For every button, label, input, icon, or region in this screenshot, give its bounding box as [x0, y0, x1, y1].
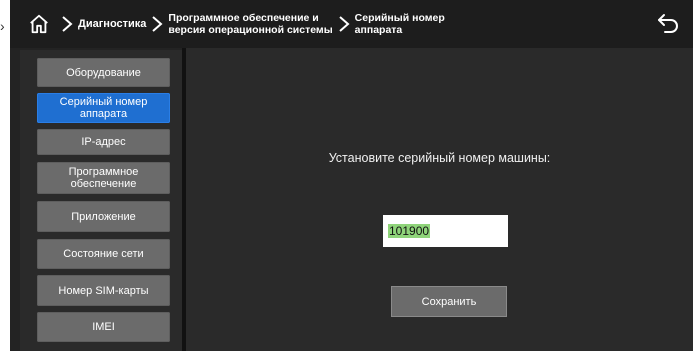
- back-arrow-icon[interactable]: [653, 9, 683, 39]
- serial-prompt-label: Установите серийный номер машины:: [328, 151, 551, 165]
- serial-number-value: 101900: [388, 224, 431, 238]
- sidebar-item-serial-number[interactable]: Серийный номер аппарата: [37, 93, 170, 123]
- sidebar-item-application[interactable]: Приложение: [37, 201, 170, 232]
- sidebar-item-ip-address[interactable]: IP-адрес: [37, 129, 170, 155]
- sidebar-item-sim-number[interactable]: Номер SIM-карты: [37, 275, 170, 306]
- breadcrumb-diagnostics[interactable]: Диагностика: [78, 18, 146, 30]
- breadcrumb-software-os-version[interactable]: Программное обеспечение и версия операци…: [168, 12, 332, 36]
- serial-number-input[interactable]: 101900: [383, 215, 508, 247]
- partial-chevron-icon: ›: [0, 18, 5, 34]
- device-screen: Диагностика Программное обеспечение и ве…: [10, 0, 693, 351]
- sidebar-item-imei[interactable]: IMEI: [37, 312, 170, 342]
- chevron-right-icon: [333, 9, 355, 39]
- sidebar-item-hardware[interactable]: Оборудование: [37, 58, 170, 87]
- main-panel: Установите серийный номер машины: 101900…: [186, 48, 693, 351]
- home-icon[interactable]: [22, 7, 56, 41]
- sidebar: Оборудование Серийный номер аппарата IP-…: [20, 50, 182, 351]
- sidebar-item-software[interactable]: Программное обеспечение: [37, 162, 170, 194]
- top-bar: Диагностика Программное обеспечение и ве…: [10, 0, 693, 48]
- chevron-right-icon: [146, 9, 168, 39]
- breadcrumb-serial-number: Серийный номер аппарата: [354, 12, 445, 36]
- save-button[interactable]: Сохранить: [391, 286, 507, 317]
- sidebar-item-network-status[interactable]: Состояние сети: [37, 239, 170, 269]
- chevron-right-icon: [56, 9, 78, 39]
